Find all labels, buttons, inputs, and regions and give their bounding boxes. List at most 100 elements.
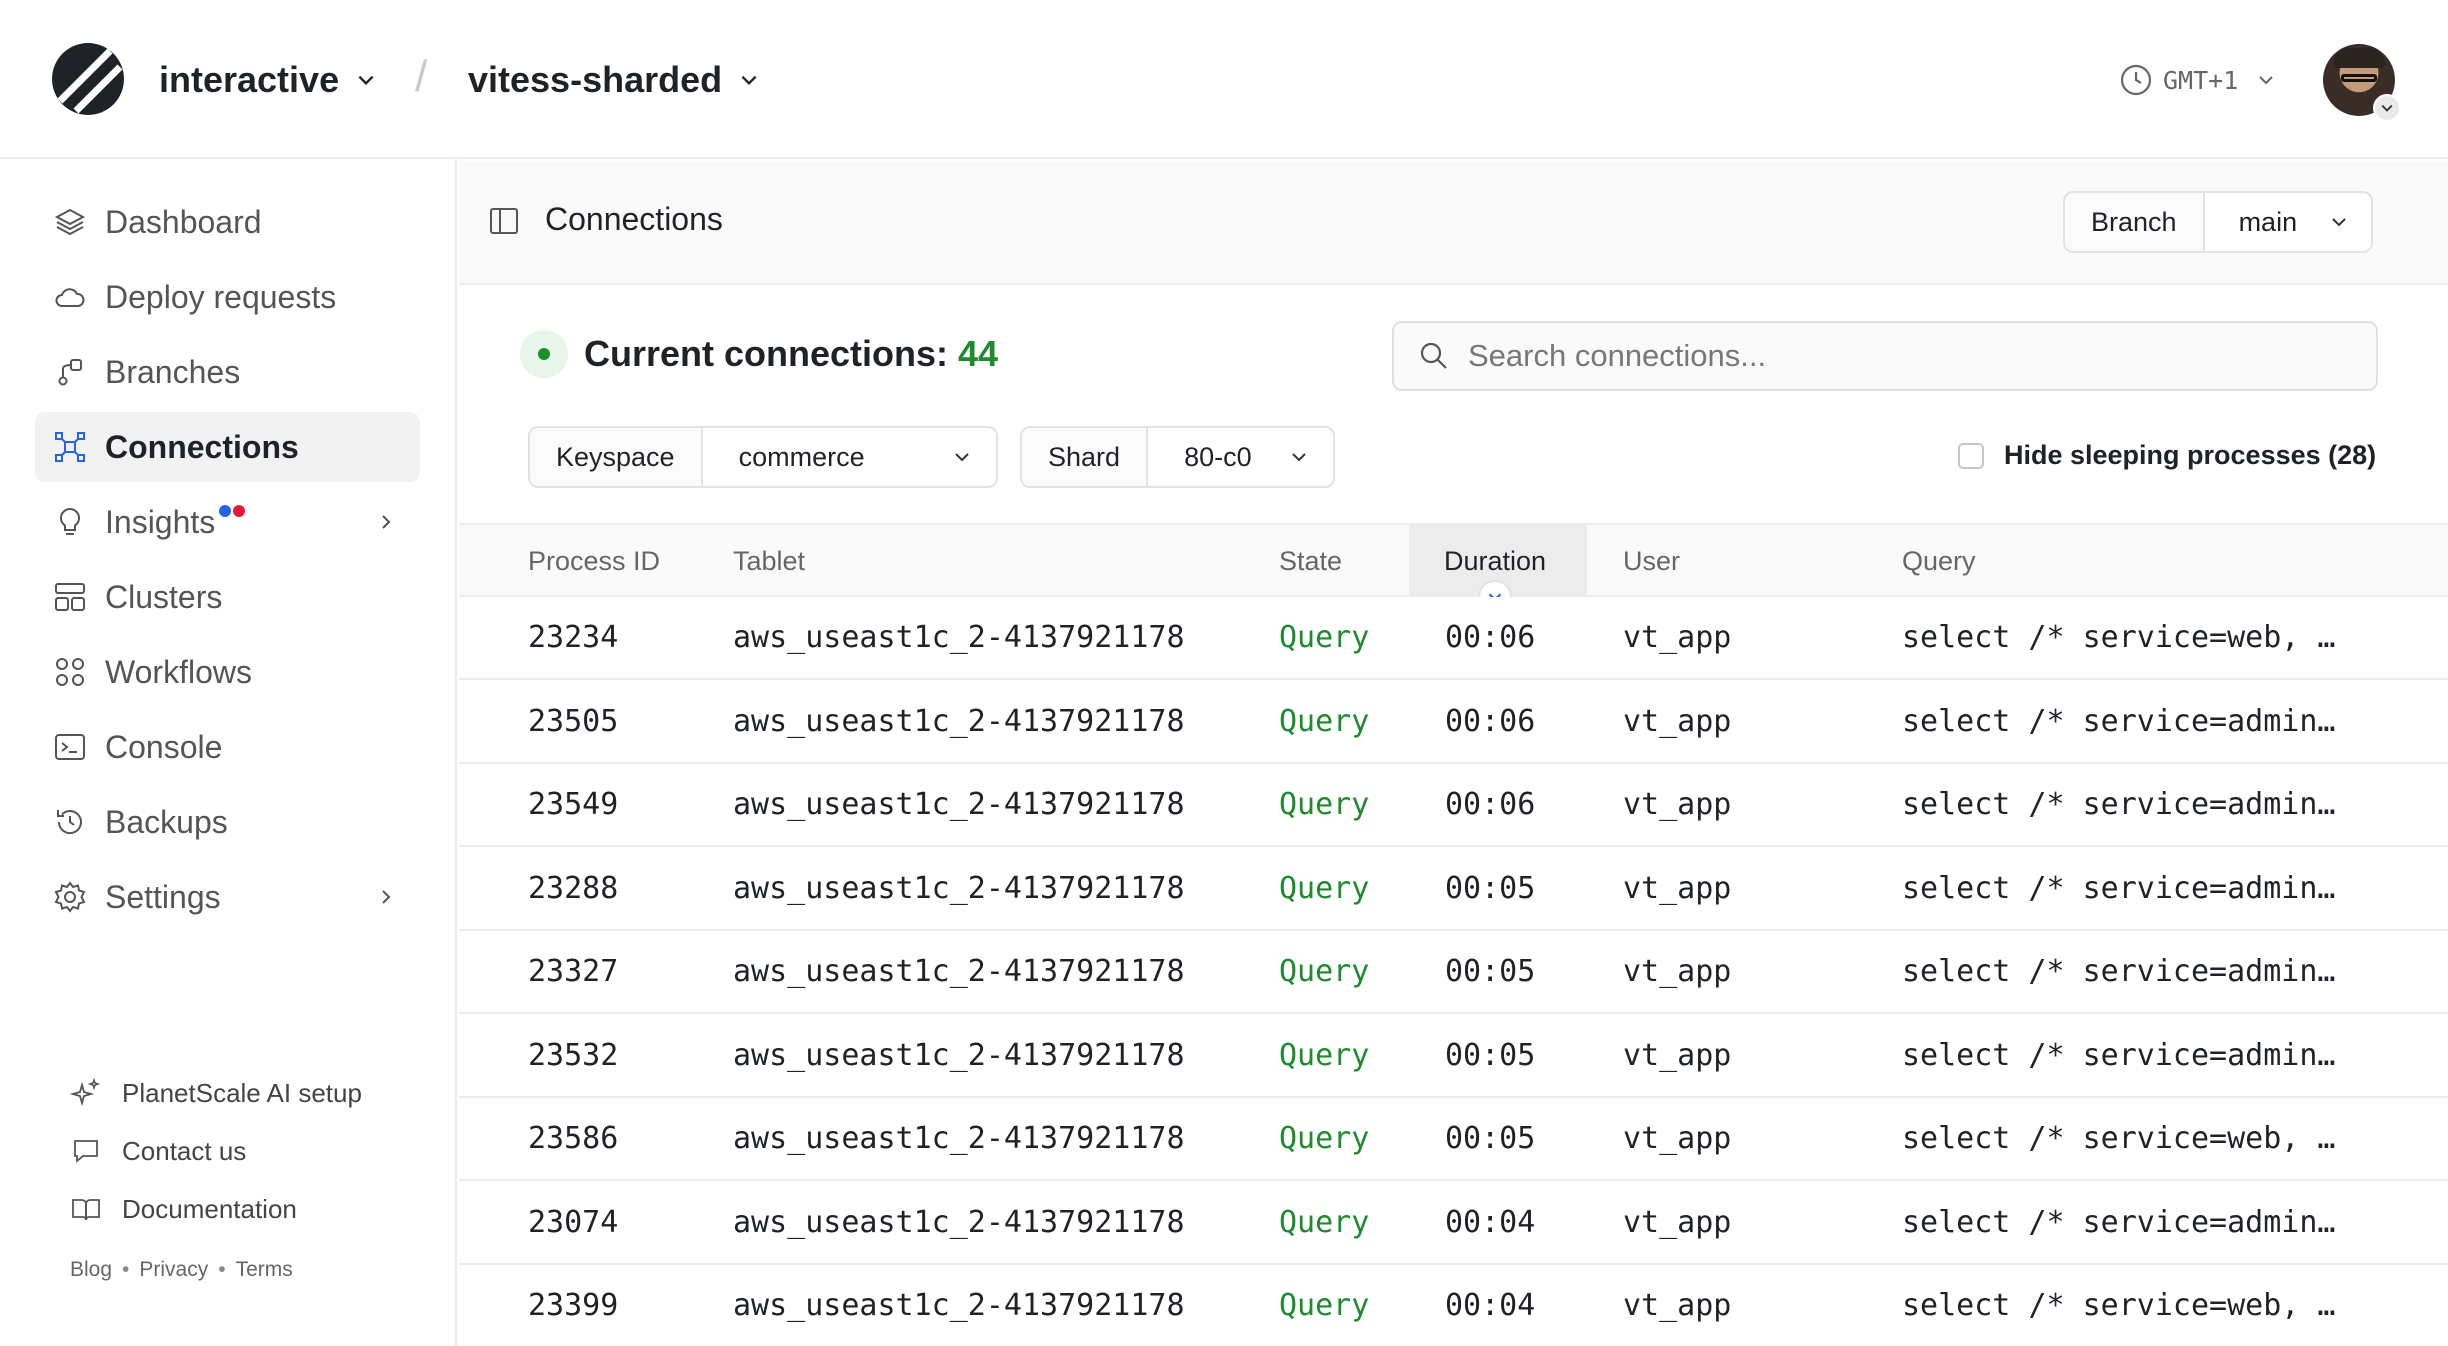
branch-dropdown[interactable]: main — [2205, 193, 2371, 251]
cell-duration: 00:04 — [1445, 1288, 1536, 1323]
shard-dropdown[interactable]: 80-c0 — [1148, 428, 1333, 486]
terminal-icon — [55, 734, 85, 760]
cell-process-id: 23532 — [528, 1037, 619, 1073]
table-row[interactable]: 23074 aws_useast1c_2-4137921178 Query 00:04… — [459, 1181, 2448, 1265]
table-row[interactable]: 23327 aws_useast1c_2-4137921178 Query 00:05… — [459, 931, 2448, 1014]
contact-us-link[interactable]: Contact us — [70, 1131, 246, 1171]
cell-query: select /* service=admin… — [1902, 870, 2336, 906]
table-row[interactable]: 23549 aws_useast1c_2-4137921178 Query 00:06… — [459, 764, 2448, 847]
sidebar-item-label: Connections — [105, 428, 299, 465]
sidebar-item-label: Deploy requests — [105, 278, 337, 315]
page-title: Connections — [545, 201, 723, 237]
sidebar-item-label: Console — [105, 728, 223, 765]
avatar-menu-badge[interactable] — [2373, 94, 2401, 122]
cell-tablet: aws_useast1c_2-4137921178 — [733, 1121, 1185, 1156]
column-header-tablet[interactable]: Tablet — [733, 525, 805, 597]
hide-sleeping-toggle[interactable]: Hide sleeping processes (28) — [1958, 440, 2376, 471]
legal-separator: • — [218, 1258, 226, 1281]
cell-user: vt_app — [1623, 703, 1732, 739]
breadcrumb-separator: / — [415, 52, 428, 101]
planetscale-logo-icon[interactable] — [52, 43, 124, 115]
column-header-user[interactable]: User — [1623, 525, 1680, 597]
sidebar-item-label: Backups — [105, 803, 228, 840]
cell-user: vt_app — [1623, 1121, 1732, 1156]
sparkles-icon — [70, 1077, 101, 1107]
search-connections[interactable] — [1392, 321, 2378, 391]
sidebar-item-label: Dashboard — [105, 203, 262, 240]
sidebar-item-insights[interactable]: Insights — [35, 487, 420, 557]
column-header-state[interactable]: State — [1279, 525, 1342, 597]
gear-icon — [54, 881, 86, 913]
chevron-right-icon — [382, 515, 391, 529]
blog-link[interactable]: Blog — [70, 1258, 112, 1282]
sidebar-item-label: Clusters — [105, 578, 223, 615]
sidebar-item-clusters[interactable]: Clusters — [35, 562, 420, 632]
database-name: vitess-sharded — [468, 59, 723, 100]
cell-duration: 00:05 — [1445, 954, 1536, 989]
database-switcher[interactable]: vitess-sharded — [468, 56, 760, 104]
cell-tablet: aws_useast1c_2-4137921178 — [733, 620, 1185, 655]
hide-sleeping-checkbox[interactable] — [1958, 442, 1984, 469]
workflows-icon — [56, 658, 84, 686]
connection-count: 44 — [958, 333, 999, 374]
cell-process-id: 23549 — [528, 787, 619, 822]
sidebar-item-console[interactable]: Console — [35, 712, 420, 782]
cell-user: vt_app — [1623, 1204, 1732, 1240]
cell-query: select /* service=web, … — [1902, 1288, 2336, 1323]
ai-setup-label: PlanetScale AI setup — [122, 1077, 362, 1108]
table-row[interactable]: 23532 aws_useast1c_2-4137921178 Query 00:05… — [459, 1014, 2448, 1098]
cell-state: Query — [1279, 1037, 1370, 1073]
cell-tablet: aws_useast1c_2-4137921178 — [733, 787, 1185, 822]
org-switcher[interactable]: interactive — [159, 56, 377, 104]
legal-separator: • — [122, 1258, 130, 1281]
table-row[interactable]: 23505 aws_useast1c_2-4137921178 Query 00:06… — [459, 680, 2448, 764]
sidebar-item-deploy-requests[interactable]: Deploy requests — [35, 262, 420, 332]
cell-process-id: 23288 — [528, 870, 619, 906]
search-input[interactable] — [1468, 338, 2368, 374]
table-row[interactable]: 23586 aws_useast1c_2-4137921178 Query 00:05… — [459, 1098, 2448, 1181]
ai-setup-link[interactable]: PlanetScale AI setup — [70, 1073, 362, 1113]
table-row[interactable]: 23234 aws_useast1c_2-4137921178 Query 00:06… — [459, 597, 2448, 680]
table-row[interactable]: 23288 aws_useast1c_2-4137921178 Query 00:05… — [459, 847, 2448, 931]
cell-state: Query — [1279, 870, 1370, 906]
sidebar-item-label: Workflows — [105, 653, 252, 690]
cell-duration: 00:06 — [1445, 787, 1536, 822]
cell-user: vt_app — [1623, 620, 1732, 655]
sidebar-item-label: Insights — [105, 503, 216, 540]
cell-state: Query — [1279, 703, 1370, 739]
column-header-process-id[interactable]: Process ID — [528, 525, 660, 597]
shard-filter[interactable]: Shard 80-c0 — [1020, 426, 1336, 488]
insights-notification-dots — [219, 505, 246, 517]
status-label: Current connections: — [584, 333, 949, 374]
branch-icon — [58, 359, 82, 386]
sidebar-item-settings[interactable]: Settings — [35, 862, 420, 932]
cell-query: select /* service=web, … — [1902, 620, 2336, 655]
sidebar-item-workflows[interactable]: Workflows — [35, 637, 420, 707]
sidebar-item-backups[interactable]: Backups — [35, 787, 420, 857]
table-row[interactable]: 23399 aws_useast1c_2-4137921178 Query 00:04… — [459, 1265, 2448, 1346]
search-icon — [1420, 342, 1447, 369]
column-header-query[interactable]: Query — [1902, 525, 1976, 597]
cell-process-id: 23586 — [528, 1121, 619, 1156]
cell-duration: 00:06 — [1445, 620, 1536, 655]
clusters-icon — [55, 583, 85, 611]
keyspace-dropdown[interactable]: commerce — [703, 428, 996, 486]
cell-duration: 00:06 — [1445, 703, 1536, 739]
terms-link[interactable]: Terms — [236, 1258, 293, 1282]
cell-state: Query — [1279, 620, 1370, 655]
sidebar-item-branches[interactable]: Branches — [35, 337, 420, 407]
cell-state: Query — [1279, 787, 1370, 822]
cell-duration: 00:05 — [1445, 1037, 1536, 1073]
sidebar-item-dashboard[interactable]: Dashboard — [35, 187, 420, 257]
privacy-link[interactable]: Privacy — [139, 1258, 208, 1282]
status-indicator — [520, 330, 568, 378]
branch-selector[interactable]: Branch main — [2063, 191, 2373, 253]
chevron-down-icon — [2259, 76, 2273, 85]
sidebar-item-connections[interactable]: Connections — [35, 412, 420, 482]
contact-us-label: Contact us — [122, 1135, 247, 1166]
documentation-link[interactable]: Documentation — [70, 1189, 297, 1229]
cell-query: select /* service=admin… — [1902, 954, 2336, 989]
sidebar-toggle-icon[interactable] — [488, 205, 520, 237]
timezone-selector[interactable]: GMT+1 — [2119, 58, 2276, 102]
keyspace-filter[interactable]: Keyspace commerce — [528, 426, 998, 488]
